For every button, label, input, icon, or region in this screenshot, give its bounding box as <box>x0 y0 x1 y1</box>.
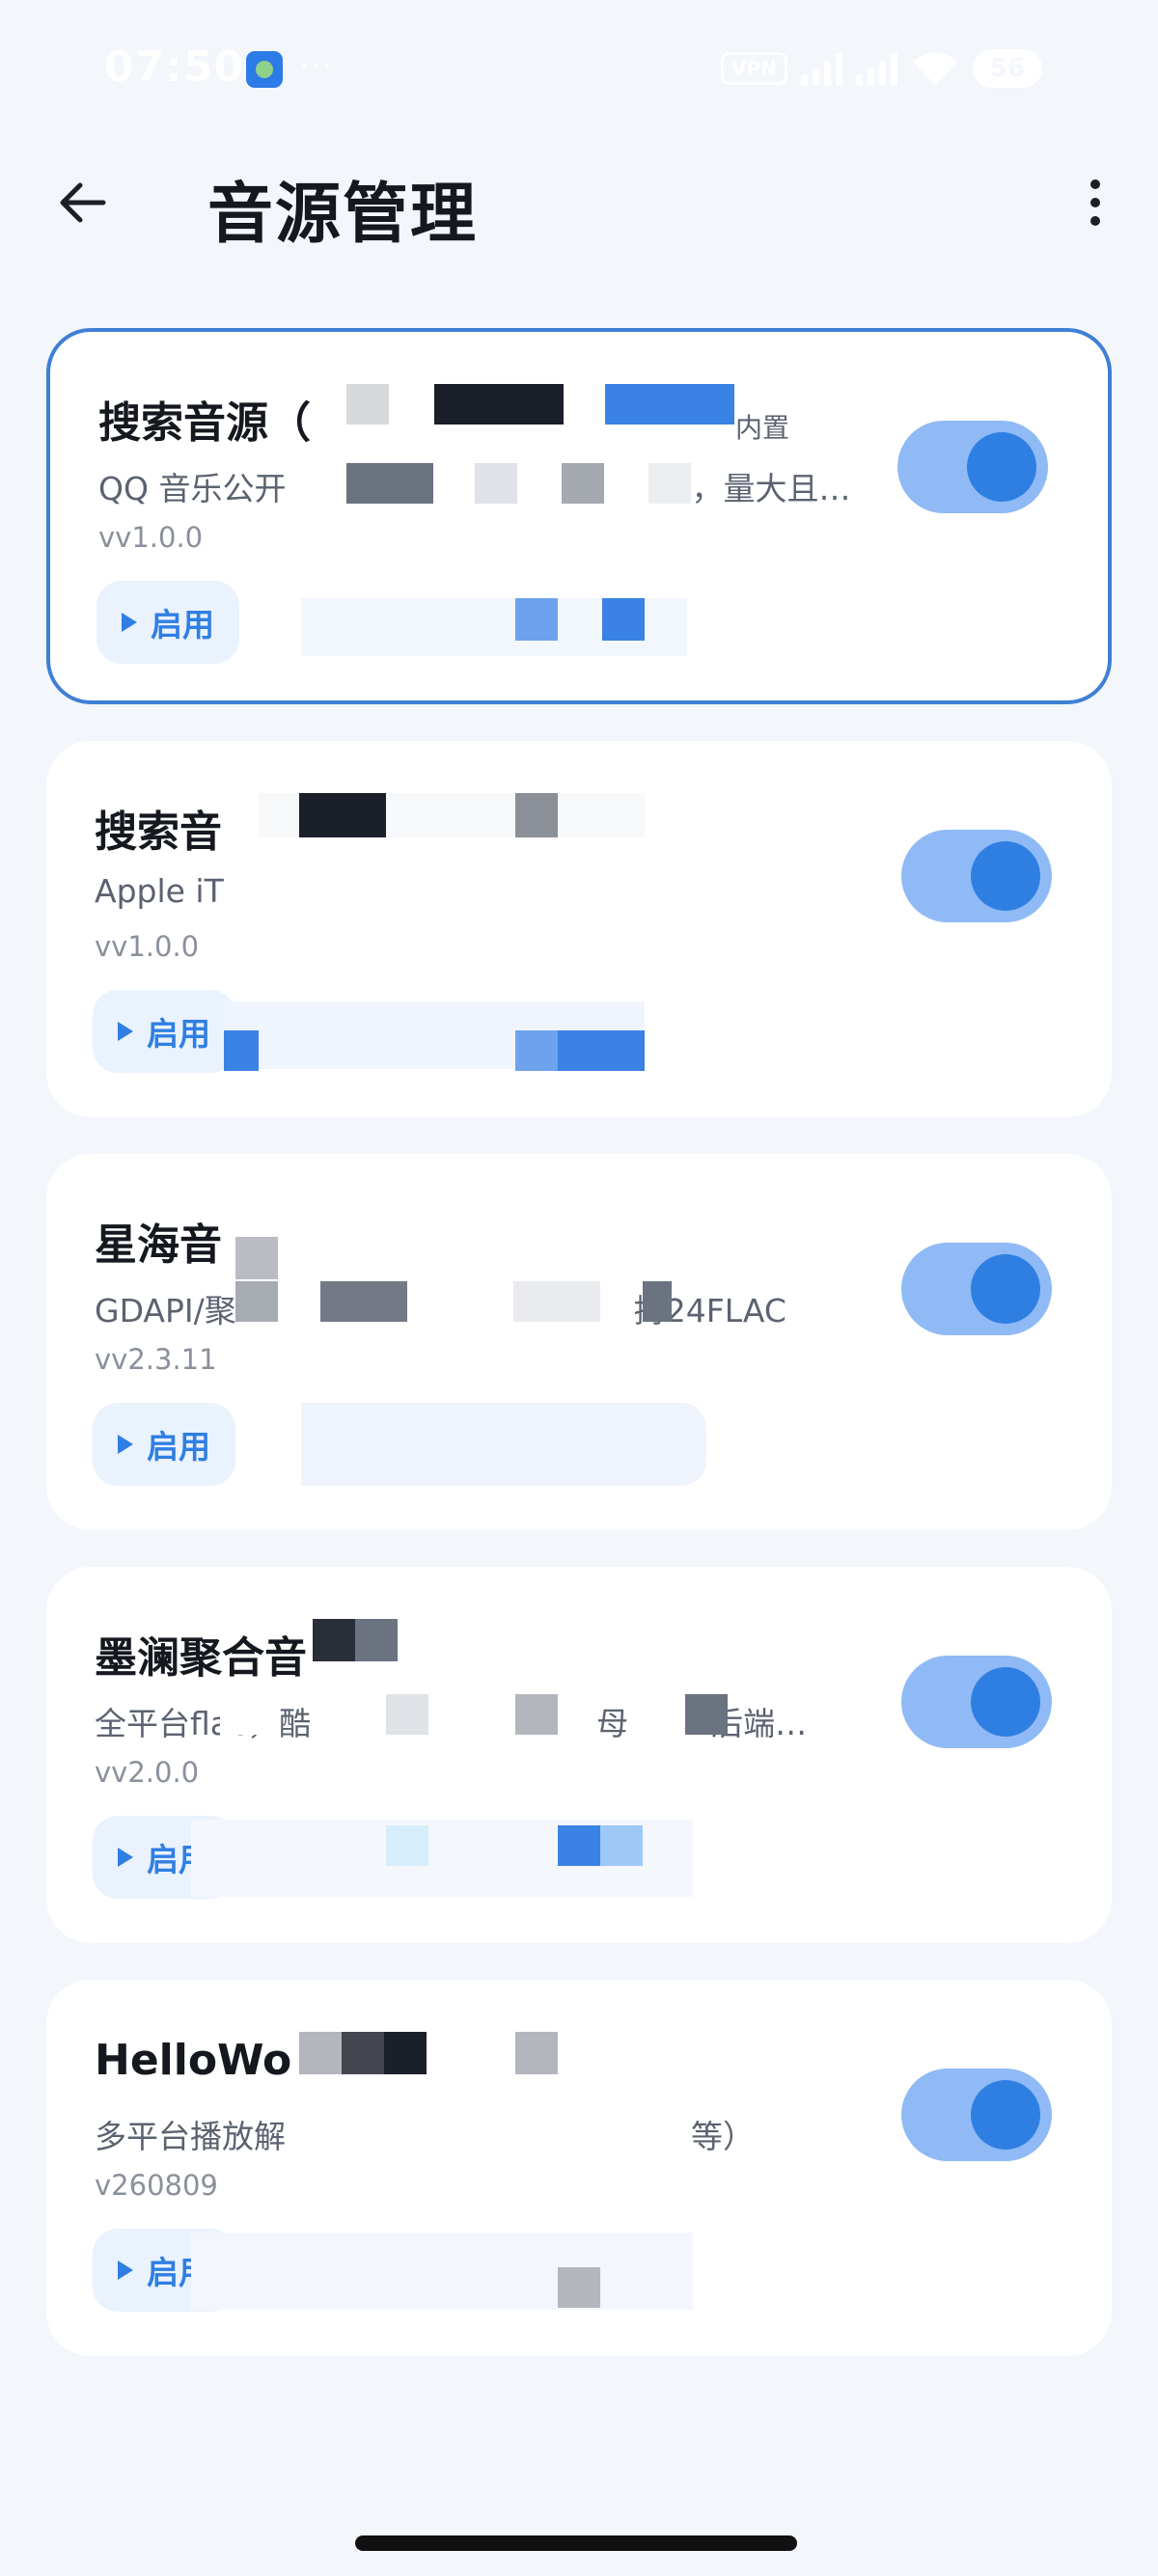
redaction-block <box>320 1281 407 1322</box>
source-toggle[interactable] <box>901 830 1052 922</box>
redaction-block <box>259 866 645 1001</box>
source-card[interactable]: 搜索音 Apple iT vv1.0.0 启用 <box>46 741 1112 1117</box>
play-icon <box>118 1022 133 1041</box>
redaction-block <box>301 1403 706 1486</box>
source-card[interactable]: 搜索音源（ 内置 QQ 音乐公开 ，量大且… vv1.0.0 启用 <box>46 328 1112 704</box>
source-title: 搜索音 <box>95 808 222 857</box>
redaction-block <box>558 2267 600 2308</box>
status-time: 07:50 <box>104 42 245 92</box>
redaction-block <box>685 1694 728 1735</box>
source-toggle[interactable] <box>901 1656 1052 1748</box>
enable-button[interactable]: 启用 <box>96 581 239 664</box>
redaction-block <box>643 1281 672 1322</box>
redaction-block <box>386 1825 428 1866</box>
signal-2-icon <box>856 51 897 86</box>
redaction-block <box>558 1825 600 1866</box>
redaction-block <box>515 598 558 641</box>
source-card[interactable]: HelloWo 多平台播放解 等） v260809 启用 <box>46 1980 1112 2356</box>
toggle-knob <box>971 1667 1040 1737</box>
toggle-knob <box>971 841 1040 911</box>
back-arrow-icon <box>60 182 106 223</box>
home-indicator[interactable] <box>355 2535 797 2551</box>
source-version: vv1.0.0 <box>95 930 200 963</box>
source-title: 墨澜聚合音 <box>95 1633 307 1683</box>
status-bar: 07:50 ··· VPN 56 <box>0 0 1158 135</box>
wifi-icon <box>911 50 959 87</box>
redaction-block <box>605 384 734 425</box>
signal-icon <box>801 51 842 86</box>
source-toggle[interactable] <box>901 2069 1052 2161</box>
redaction-block <box>562 463 604 504</box>
redaction-block <box>515 793 558 837</box>
redaction-block <box>346 384 389 425</box>
redaction-block <box>515 2032 558 2074</box>
redaction-block <box>220 1692 262 1735</box>
redaction-block <box>602 598 645 641</box>
redaction-block <box>513 1281 600 1322</box>
play-icon <box>118 1848 133 1867</box>
redaction-block <box>600 1825 643 1866</box>
toggle-knob <box>971 2080 1040 2150</box>
play-icon <box>118 2261 133 2280</box>
redaction-block <box>386 1694 428 1735</box>
redaction-block <box>235 1237 278 1279</box>
redaction-block <box>434 384 564 425</box>
source-list: 搜索音源（ 内置 QQ 音乐公开 ，量大且… vv1.0.0 启用 搜索音 Appl… <box>46 328 1112 2393</box>
enable-button[interactable]: 启用 <box>93 990 235 1073</box>
redaction-block <box>342 2032 384 2074</box>
play-icon <box>118 1435 133 1454</box>
more-dot-icon <box>1090 216 1100 226</box>
app-bar: 音源管理 <box>0 145 1158 260</box>
battery-icon: 56 <box>973 49 1042 88</box>
more-dot-icon <box>1090 179 1100 189</box>
redaction-block <box>346 463 433 504</box>
app-notification-icon <box>246 51 283 88</box>
more-notifications-icon: ··· <box>299 46 333 86</box>
source-toggle[interactable] <box>901 1243 1052 1335</box>
source-card[interactable]: 墨澜聚合音 全平台flac，酷母后端… vv2.0.0 启用 <box>46 1567 1112 1943</box>
source-version: vv2.0.0 <box>95 1756 200 1789</box>
back-button[interactable] <box>48 169 116 236</box>
redaction-block <box>191 2233 693 2310</box>
redaction-block <box>515 1030 558 1071</box>
redaction-block <box>313 1619 355 1661</box>
redaction-block <box>355 1619 398 1661</box>
more-dot-icon <box>1090 198 1100 207</box>
redaction-block <box>299 793 386 837</box>
source-description: GDAPI/聚 持24FLAC <box>95 1292 786 1329</box>
page-title: 音源管理 <box>207 177 479 253</box>
more-options-button[interactable] <box>1071 164 1119 241</box>
source-description: 多平台播放解 等） <box>95 2118 755 2155</box>
redaction-block <box>648 463 691 504</box>
source-version: v260809 <box>95 2169 218 2202</box>
vpn-icon: VPN <box>721 52 787 85</box>
redaction-block <box>384 2032 427 2074</box>
source-version: vv1.0.0 <box>98 521 204 554</box>
source-toggle[interactable] <box>897 421 1048 513</box>
redaction-block <box>278 1281 320 1322</box>
enable-button[interactable]: 启用 <box>93 1403 235 1486</box>
toggle-knob <box>971 1254 1040 1324</box>
source-card[interactable]: 星海音 GDAPI/聚 持24FLAC vv2.3.11 启用 <box>46 1154 1112 1530</box>
play-icon <box>122 613 137 632</box>
redaction-block <box>299 2032 342 2074</box>
redaction-block <box>235 1281 278 1322</box>
source-title: 星海音 <box>95 1220 222 1270</box>
redaction-block <box>475 463 517 504</box>
source-version: vv2.3.11 <box>95 1343 217 1376</box>
redaction-block <box>558 1030 645 1071</box>
toggle-knob <box>967 432 1036 502</box>
source-title: HelloWo <box>95 2036 292 2085</box>
source-description: Apple iT <box>95 872 224 910</box>
redaction-block <box>224 1030 259 1071</box>
redaction-block <box>515 1694 558 1735</box>
status-indicators: VPN 56 <box>721 48 1042 89</box>
